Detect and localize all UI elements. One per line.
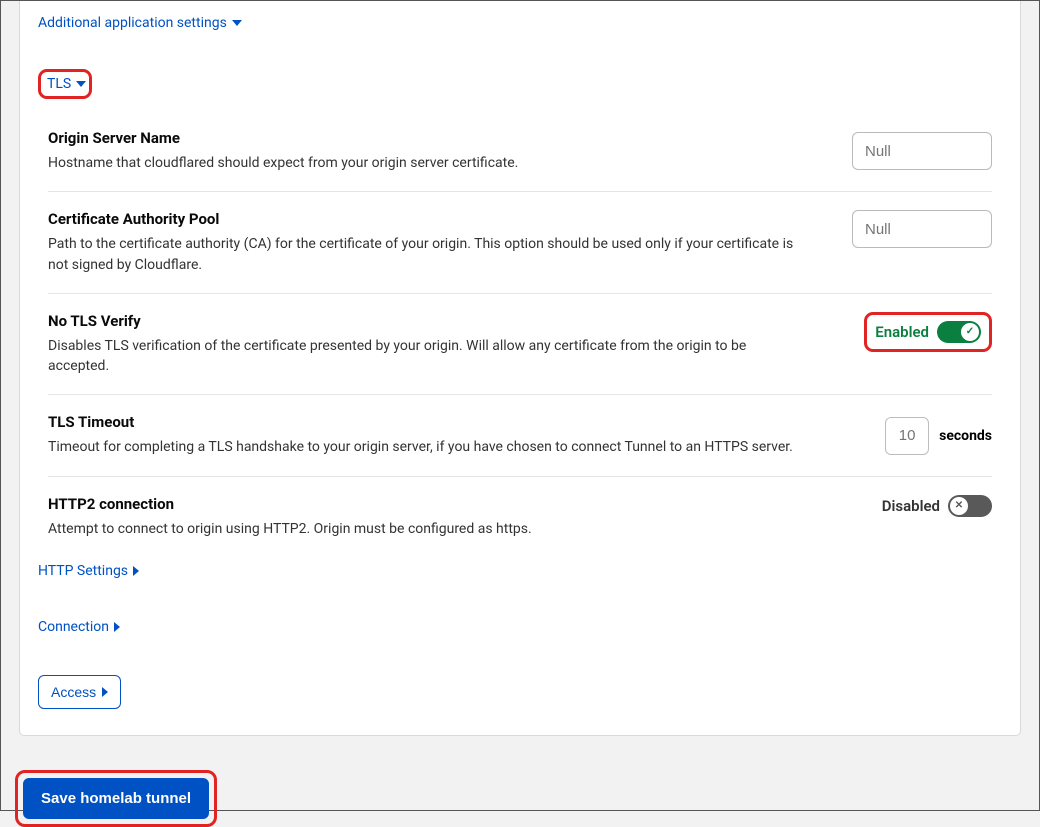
additional-app-settings-label: Additional application settings — [38, 15, 227, 31]
check-icon — [961, 323, 979, 341]
origin-server-name-desc: Hostname that cloudflared should expect … — [48, 153, 796, 173]
settings-panel: Additional application settings TLS Orig… — [19, 1, 1021, 736]
http2-row: HTTP2 connection Attempt to connect to o… — [48, 477, 992, 557]
no-tls-verify-highlight: Enabled — [864, 312, 992, 352]
http2-toggle[interactable] — [948, 495, 992, 517]
tls-timeout-input[interactable] — [885, 417, 929, 455]
save-button[interactable]: Save homelab tunnel — [23, 778, 209, 819]
origin-server-name-row: Origin Server Name Hostname that cloudfl… — [48, 111, 992, 192]
tls-timeout-title: TLS Timeout — [48, 413, 829, 431]
caret-right-icon — [133, 566, 139, 576]
http2-desc: Attempt to connect to origin using HTTP2… — [48, 519, 826, 539]
origin-server-name-title: Origin Server Name — [48, 129, 796, 147]
ca-pool-title: Certificate Authority Pool — [48, 210, 796, 228]
tls-timeout-desc: Timeout for completing a TLS handshake t… — [48, 437, 829, 457]
save-button-label: Save homelab tunnel — [41, 790, 191, 807]
connection-link[interactable]: Connection — [38, 619, 120, 635]
tls-timeout-unit: seconds — [939, 428, 992, 444]
caret-right-icon — [102, 687, 108, 697]
origin-server-name-input[interactable] — [852, 132, 992, 170]
no-tls-verify-row: No TLS Verify Disables TLS verification … — [48, 294, 992, 396]
http2-state-label: Disabled — [882, 497, 940, 515]
no-tls-verify-title: No TLS Verify — [48, 312, 808, 330]
access-button[interactable]: Access — [38, 675, 121, 709]
footer: Save homelab tunnel — [1, 754, 1039, 827]
tls-section-label: TLS — [47, 76, 71, 92]
tls-timeout-row: TLS Timeout Timeout for completing a TLS… — [48, 395, 992, 476]
connection-label: Connection — [38, 619, 109, 635]
caret-down-icon — [232, 20, 242, 26]
tls-section-toggle[interactable]: TLS — [38, 69, 92, 99]
x-icon — [950, 497, 968, 515]
access-button-label: Access — [51, 684, 96, 700]
sub-links: HTTP Settings Connection Access — [38, 563, 1002, 709]
http-settings-link[interactable]: HTTP Settings — [38, 563, 139, 579]
save-button-highlight: Save homelab tunnel — [15, 770, 217, 827]
caret-down-icon — [76, 81, 86, 87]
no-tls-verify-state-label: Enabled — [875, 323, 929, 341]
http2-title: HTTP2 connection — [48, 495, 826, 513]
no-tls-verify-toggle[interactable] — [937, 321, 981, 343]
ca-pool-desc: Path to the certificate authority (CA) f… — [48, 234, 796, 275]
additional-app-settings-link[interactable]: Additional application settings — [38, 15, 242, 31]
http-settings-label: HTTP Settings — [38, 563, 128, 579]
no-tls-verify-desc: Disables TLS verification of the certifi… — [48, 336, 808, 377]
ca-pool-input[interactable] — [852, 210, 992, 248]
caret-right-icon — [114, 622, 120, 632]
ca-pool-row: Certificate Authority Pool Path to the c… — [48, 192, 992, 294]
